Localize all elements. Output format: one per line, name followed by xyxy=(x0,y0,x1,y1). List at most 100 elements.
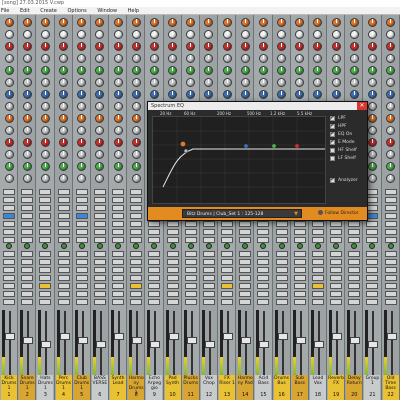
strip-button[interactable] xyxy=(57,267,70,273)
knob[interactable] xyxy=(59,54,69,63)
strip-button[interactable] xyxy=(221,291,234,297)
knob[interactable] xyxy=(22,30,32,39)
knob[interactable] xyxy=(131,162,141,171)
knob[interactable] xyxy=(386,18,396,27)
strip-button[interactable] xyxy=(275,299,288,305)
strip-button[interactable] xyxy=(130,213,143,219)
volume-fader[interactable] xyxy=(259,341,270,348)
strip-button[interactable] xyxy=(366,259,379,265)
strip-button[interactable] xyxy=(330,267,343,273)
knob[interactable] xyxy=(4,78,14,87)
knob[interactable] xyxy=(95,138,105,147)
strip-button[interactable] xyxy=(39,259,52,265)
knob[interactable] xyxy=(40,114,50,123)
strip-button[interactable] xyxy=(21,291,34,297)
strip-button[interactable] xyxy=(366,197,379,203)
strip-button[interactable] xyxy=(166,275,179,281)
knob[interactable] xyxy=(77,102,87,111)
strip-button[interactable] xyxy=(130,189,143,195)
knob[interactable] xyxy=(313,18,323,27)
strip-button[interactable] xyxy=(148,229,161,235)
strip-button[interactable] xyxy=(130,229,143,235)
knob[interactable] xyxy=(131,54,141,63)
strip-button[interactable] xyxy=(75,251,88,257)
strip-button[interactable] xyxy=(148,221,161,227)
knob[interactable] xyxy=(386,102,396,111)
knob[interactable] xyxy=(386,138,396,147)
strip-button[interactable] xyxy=(130,251,143,257)
strip-button[interactable] xyxy=(221,251,234,257)
strip-button[interactable] xyxy=(384,229,397,235)
knob[interactable] xyxy=(313,42,323,51)
option-lf-shelf[interactable]: LF Shelf xyxy=(330,155,366,163)
strip-button[interactable] xyxy=(184,291,197,297)
strip-button[interactable] xyxy=(39,299,52,305)
strip-button[interactable] xyxy=(311,221,324,227)
strip-button[interactable] xyxy=(166,299,179,305)
knob[interactable] xyxy=(186,54,196,63)
checkbox[interactable] xyxy=(330,138,335,146)
knob[interactable] xyxy=(149,42,159,51)
strip-button[interactable] xyxy=(57,213,70,219)
knob[interactable] xyxy=(367,30,377,39)
volume-fader[interactable] xyxy=(332,333,343,340)
strip-button[interactable] xyxy=(184,229,197,235)
strip-button[interactable] xyxy=(239,221,252,227)
strip-button[interactable] xyxy=(257,267,270,273)
knob[interactable] xyxy=(40,78,50,87)
strip-button[interactable] xyxy=(130,299,143,305)
knob[interactable] xyxy=(277,66,287,75)
knob[interactable] xyxy=(4,114,14,123)
knob[interactable] xyxy=(4,102,14,111)
strip-button[interactable] xyxy=(148,275,161,281)
strip-button[interactable] xyxy=(3,259,15,265)
knob[interactable] xyxy=(331,66,341,75)
knob[interactable] xyxy=(22,138,32,147)
follow-director-toggle[interactable]: Follow Director xyxy=(318,209,359,218)
knob[interactable] xyxy=(386,54,396,63)
strip-button[interactable] xyxy=(384,205,397,211)
volume-fader[interactable] xyxy=(277,333,288,340)
knob[interactable] xyxy=(4,66,14,75)
knob[interactable] xyxy=(258,66,268,75)
knob[interactable] xyxy=(386,90,396,99)
strip-button[interactable] xyxy=(93,283,106,289)
strip-button[interactable] xyxy=(221,267,234,273)
menu-help[interactable]: Help xyxy=(127,8,139,14)
knob[interactable] xyxy=(77,90,87,99)
strip-button[interactable] xyxy=(93,291,106,297)
knob[interactable] xyxy=(258,30,268,39)
checkbox[interactable] xyxy=(330,176,335,184)
knob[interactable] xyxy=(59,150,69,159)
knob[interactable] xyxy=(40,174,50,183)
knob[interactable] xyxy=(240,54,250,63)
strip-button[interactable] xyxy=(3,205,15,211)
knob[interactable] xyxy=(186,78,196,87)
strip-button[interactable] xyxy=(75,197,88,203)
knob[interactable] xyxy=(349,30,359,39)
knob[interactable] xyxy=(40,54,50,63)
knob[interactable] xyxy=(113,162,123,171)
knob[interactable] xyxy=(277,42,287,51)
knob[interactable] xyxy=(313,30,323,39)
strip-button[interactable] xyxy=(166,283,179,289)
strip-button[interactable] xyxy=(39,213,52,219)
knob[interactable] xyxy=(113,18,123,27)
strip-button[interactable] xyxy=(21,283,34,289)
strip-button[interactable] xyxy=(75,189,88,195)
checkbox[interactable] xyxy=(330,122,335,130)
strip-button[interactable] xyxy=(293,221,306,227)
knob[interactable] xyxy=(186,18,196,27)
strip-button[interactable] xyxy=(275,229,288,235)
volume-fader[interactable] xyxy=(150,341,161,348)
knob[interactable] xyxy=(22,126,32,135)
knob[interactable] xyxy=(131,42,141,51)
strip-button[interactable] xyxy=(384,189,397,195)
knob[interactable] xyxy=(113,42,123,51)
knob[interactable] xyxy=(204,54,214,63)
knob[interactable] xyxy=(77,138,87,147)
knob[interactable] xyxy=(95,18,105,27)
knob[interactable] xyxy=(22,54,32,63)
strip-button[interactable] xyxy=(21,197,34,203)
knob[interactable] xyxy=(131,90,141,99)
